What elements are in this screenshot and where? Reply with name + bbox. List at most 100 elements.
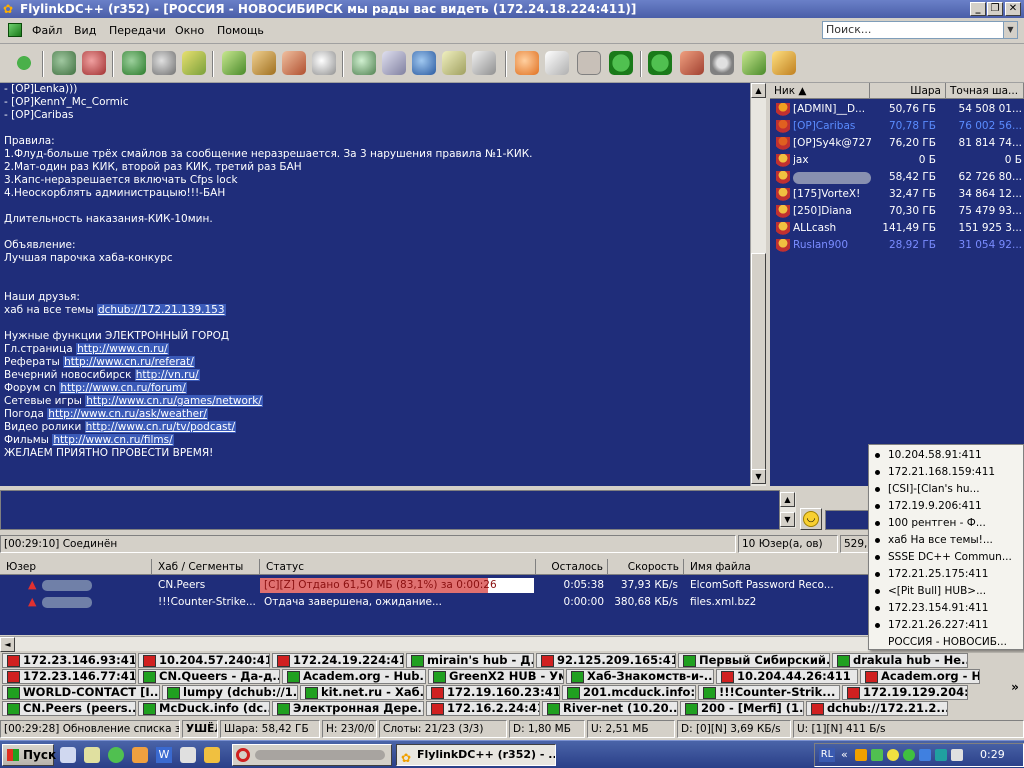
scroll-down-arrow[interactable]: ▼ <box>780 512 795 527</box>
chat-link[interactable]: http://vn.ru/ <box>134 369 200 381</box>
hub-tab[interactable]: WORLD-CONTACT [I... <box>2 685 160 700</box>
minimize-button[interactable]: _ <box>970 2 986 16</box>
quicklaunch-ie-icon[interactable] <box>60 747 76 763</box>
user-row[interactable]: 58,42 ГБ 62 726 80... <box>770 169 1024 186</box>
hub-tab[interactable]: Хаб-Знакомств-и-... <box>566 669 714 684</box>
chat-link[interactable]: http://www.cn.ru/ <box>76 343 169 355</box>
transfer-row[interactable]: ▲ !!!Counter-Strike... Отдача завершена, о… <box>0 594 870 611</box>
hub-tab[interactable]: CN.Queers - Да-д... <box>138 669 280 684</box>
tray-icq-icon[interactable] <box>903 749 915 761</box>
menu-view[interactable]: Вид <box>74 24 96 37</box>
queue-icon[interactable] <box>182 51 206 75</box>
chat-link[interactable]: http://www.cn.ru/referat/ <box>63 356 195 368</box>
hub-tab[interactable]: drakula hub - Не... <box>832 653 968 668</box>
chat-link[interactable]: dchub://172.21.139.153 <box>96 304 226 316</box>
tray-expand-icon[interactable]: « <box>841 748 848 761</box>
pencil-icon[interactable] <box>772 51 796 75</box>
user-row[interactable]: [250]Diana 70,30 ГБ 75 479 93... <box>770 203 1024 220</box>
settings-icon[interactable] <box>545 51 569 75</box>
tray-volume-icon[interactable] <box>951 749 963 761</box>
sound-icon[interactable] <box>680 51 704 75</box>
task-flylinkdc[interactable]: ✿ FlylinkDC++ (r352) - ... <box>396 744 556 766</box>
tray-network-icon[interactable] <box>919 749 931 761</box>
hub-popup-item[interactable]: 172.21.26.227:411 <box>869 617 1023 634</box>
public-hubs-icon[interactable] <box>52 51 76 75</box>
favorite-users-icon[interactable] <box>122 51 146 75</box>
user-row[interactable]: [ADMIN]__D... 50,76 ГБ 54 508 01... <box>770 101 1024 118</box>
scroll-up-arrow[interactable]: ▲ <box>780 492 795 507</box>
network-stats-icon[interactable] <box>412 51 436 75</box>
menu-file[interactable]: Файл <box>32 24 62 37</box>
recent-hubs-icon[interactable] <box>152 51 176 75</box>
open-file-list-icon[interactable] <box>515 51 539 75</box>
quicklaunch-settings-icon[interactable] <box>180 747 196 763</box>
hub-popup-item[interactable]: [CSI]-[Clan's hu... <box>869 481 1023 498</box>
column-speed[interactable]: Скорость <box>608 559 684 575</box>
hub-tab[interactable]: 10.204.57.240:411 <box>138 653 270 668</box>
scroll-thumb[interactable] <box>751 253 766 483</box>
quicklaunch-files-icon[interactable] <box>84 747 100 763</box>
user-row[interactable]: jax 0 Б 0 Б <box>770 152 1024 169</box>
hub-tab[interactable]: Academ.org - Hub... <box>860 669 980 684</box>
start-button[interactable]: Пуск <box>2 744 56 766</box>
menu-transfers[interactable]: Передачи <box>109 24 166 37</box>
chat-link[interactable]: http://www.cn.ru/games/network/ <box>85 395 263 407</box>
column-nick[interactable]: Ник ▲ <box>770 83 870 99</box>
hub-tab[interactable]: 201.mcduck.info:... <box>562 685 696 700</box>
column-share[interactable]: Шара <box>870 83 946 99</box>
input-scrollbar[interactable]: ▲ ▼ <box>780 492 796 528</box>
transfers-hscrollbar[interactable]: ◄ <box>0 636 870 652</box>
hub-tab[interactable]: 172.19.129.204:411 <box>842 685 968 700</box>
hub-switch-popup[interactable]: 10.204.58.91:411 172.21.168.159:411 [CSI]-… <box>868 444 1024 650</box>
finished-downloads-icon[interactable] <box>222 51 246 75</box>
chat-link[interactable]: http://www.cn.ru/ask/weather/ <box>47 408 208 420</box>
favorite-hubs-icon[interactable] <box>82 51 106 75</box>
more-tabs-button[interactable]: » <box>1008 680 1022 694</box>
hub-popup-item[interactable]: 172.21.168.159:411 <box>869 464 1023 481</box>
hub-tab[interactable]: dchub://172.21.2... <box>806 701 948 716</box>
hub-popup-item[interactable]: РОССИЯ - НОВОСИБ... <box>869 634 1023 651</box>
hub-popup-item[interactable]: 10.204.58.91:411 <box>869 447 1023 464</box>
clock[interactable]: 0:29 <box>980 748 1005 761</box>
power-icon[interactable] <box>609 51 633 75</box>
transfers-list[interactable]: ▲ CN.Peers [C][Z] Отдано 61,50 МБ (83,1%) … <box>0 575 870 635</box>
tray-av-icon[interactable] <box>935 749 947 761</box>
hub-popup-item[interactable]: SSSE DC++ Commun... <box>869 549 1023 566</box>
adl-search-icon[interactable] <box>352 51 376 75</box>
window-titlebar[interactable]: ✿ FlylinkDC++ (r352) - [РОССИЯ - НОВОСИБ… <box>0 0 1024 18</box>
upload-queue-icon[interactable] <box>252 51 276 75</box>
scroll-down-arrow[interactable]: ▼ <box>751 469 766 484</box>
chat-link[interactable]: http://www.cn.ru/films/ <box>52 434 174 446</box>
tray-status-icon[interactable] <box>887 749 899 761</box>
tray-app-icon[interactable] <box>871 749 883 761</box>
scroll-left-arrow[interactable]: ◄ <box>0 637 15 652</box>
finished-uploads-icon[interactable] <box>282 51 306 75</box>
user-list[interactable]: Ник ▲ Шара Точная ша... [ADMIN]__D... 50,… <box>770 83 1024 486</box>
scroll-up-arrow[interactable]: ▲ <box>751 83 766 98</box>
system-log-icon[interactable] <box>472 51 496 75</box>
menu-window[interactable]: Окно <box>175 24 204 37</box>
restore-button[interactable]: ❐ <box>987 2 1003 16</box>
hub-tab[interactable]: 172.19.160.23:411 <box>426 685 560 700</box>
user-row[interactable]: [175]VorteX! 32,47 ГБ 34 864 12... <box>770 186 1024 203</box>
hub-tab[interactable]: !!!Counter-Strik... <box>698 685 840 700</box>
task-opera[interactable] <box>232 744 392 766</box>
hub-popup-item[interactable]: хаб На все темы!... <box>869 532 1023 549</box>
hub-tab[interactable]: Электронная Дере... <box>272 701 424 716</box>
chevron-down-icon[interactable]: ▼ <box>1003 22 1017 38</box>
user-row[interactable]: ALLcash 141,49 ГБ 151 925 3... <box>770 220 1024 237</box>
search-input[interactable]: Поиск... ▼ <box>822 21 1018 39</box>
hub-popup-item[interactable]: 172.23.154.91:411 <box>869 600 1023 617</box>
hub-tab[interactable]: mirain's hub - Д... <box>406 653 534 668</box>
user-row[interactable]: Ruslan900 28,92 ГБ 31 054 92... <box>770 237 1024 254</box>
hub-popup-item[interactable]: 172.21.25.175:411 <box>869 566 1023 583</box>
hub-tab[interactable]: Academ.org - Hub... <box>282 669 426 684</box>
hub-tab[interactable]: 10.204.44.26:411 <box>716 669 858 684</box>
hub-tab[interactable]: River-net (10.20... <box>542 701 678 716</box>
quicklaunch-app-icon[interactable] <box>108 747 124 763</box>
transfer-row[interactable]: ▲ CN.Peers [C][Z] Отдано 61,50 МБ (83,1%) … <box>0 577 870 594</box>
column-status[interactable]: Статус <box>260 559 536 575</box>
hub-tab[interactable]: 172.23.146.93:411 <box>2 653 136 668</box>
hub-popup-item[interactable]: 172.19.9.206:411 <box>869 498 1023 515</box>
hub-tab[interactable]: 172.16.2.24:411 <box>426 701 540 716</box>
